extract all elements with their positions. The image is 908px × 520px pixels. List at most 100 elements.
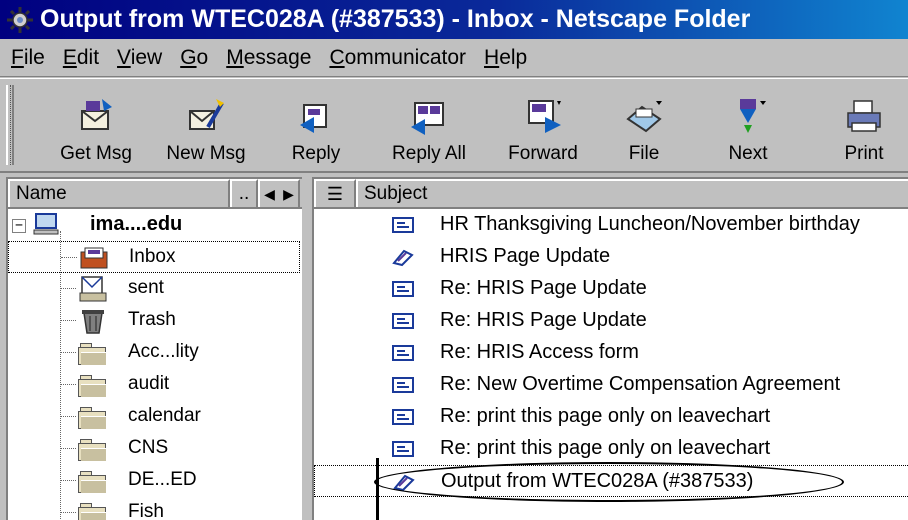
new-message-icon (186, 97, 226, 137)
print-label: Print (844, 143, 884, 164)
message-icon (392, 217, 414, 233)
folder-label: calendar (128, 405, 201, 426)
message-subject: Re: HRIS Page Update (440, 309, 647, 331)
menu-go[interactable]: Go (171, 43, 217, 73)
message-subject: HR Thanksgiving Luncheon/November birthd… (440, 213, 860, 235)
reply-all-icon (409, 97, 449, 137)
file-button[interactable]: File (604, 85, 684, 167)
menu-message[interactable]: Message (217, 43, 320, 73)
column-scroll-buttons: ◀ ▶ (258, 179, 300, 207)
message-subject: Re: print this page only on leavechart (440, 437, 771, 459)
message-row[interactable]: Re: HRIS Page Update (314, 305, 908, 337)
name-column-header[interactable]: Name (8, 179, 230, 207)
pane-splitter[interactable] (302, 177, 312, 520)
folder-label: Trash (128, 309, 176, 330)
left-arrow-icon[interactable]: ◀ (264, 186, 275, 203)
message-row[interactable]: Re: New Overtime Compensation Agreement (314, 369, 908, 401)
menu-file[interactable]: File (2, 43, 54, 73)
window-title: Output from WTEC028A (#387533) - Inbox -… (40, 5, 751, 33)
menu-help[interactable]: Help (475, 43, 536, 73)
forward-label: Forward (508, 143, 578, 164)
tree-branch (60, 320, 76, 321)
folder-sent[interactable]: sent (8, 273, 300, 305)
folder-calendar[interactable]: calendar (8, 401, 300, 433)
message-row[interactable]: HRIS Page Update (314, 241, 908, 273)
collapse-icon[interactable]: − (12, 219, 26, 233)
folder-column-header: Name .. ◀ ▶ (8, 179, 302, 209)
folder-audit[interactable]: audit (8, 369, 300, 401)
tree-branch (60, 416, 76, 417)
folder-icon (78, 471, 108, 493)
next-button[interactable]: Next (712, 85, 784, 167)
computer-icon (32, 212, 60, 236)
toolbar: Get Msg New Msg Reply Reply All Forward … (0, 78, 908, 173)
toolbar-grip[interactable] (6, 85, 14, 165)
message-icon (392, 313, 414, 329)
menu-communicator[interactable]: Communicator (320, 43, 475, 73)
folder-cns[interactable]: CNS (8, 433, 300, 465)
netscape-folder-icon (6, 6, 34, 34)
message-column-header: ☰ Subject (314, 179, 908, 209)
forward-icon (523, 97, 563, 137)
folder-de-ed[interactable]: DE...ED (8, 465, 300, 497)
file-icon (624, 97, 664, 137)
folder-label: audit (128, 373, 170, 394)
message-icon (392, 441, 414, 457)
folder-label: DE...ED (128, 469, 197, 490)
menu-edit[interactable]: Edit (54, 43, 108, 73)
message-icon (392, 377, 414, 393)
subject-column-header[interactable]: Subject (356, 179, 908, 207)
right-arrow-icon[interactable]: ▶ (283, 186, 294, 203)
reply-button[interactable]: Reply (280, 85, 352, 167)
message-row[interactable]: HR Thanksgiving Luncheon/November birthd… (314, 209, 908, 241)
tree-branch (60, 352, 76, 353)
folder-acc-lity[interactable]: Acc...lity (8, 337, 300, 369)
folder-icon (78, 343, 108, 365)
folder-pane: Name .. ◀ ▶ − ima....edu Inbox sent Tras… (6, 177, 302, 520)
folder-inbox[interactable]: Inbox (8, 241, 300, 273)
get-msg-button[interactable]: Get Msg (46, 85, 146, 167)
column-picker[interactable]: .. (230, 179, 258, 207)
folder-icon (78, 407, 108, 429)
menu-bar: File Edit View Go Message Communicator H… (0, 39, 908, 77)
new-msg-button[interactable]: New Msg (156, 85, 256, 167)
column-selector-button[interactable]: ☰ (314, 179, 356, 207)
message-icon (392, 281, 414, 297)
folder-icon (78, 439, 108, 461)
next-label: Next (728, 143, 768, 164)
folder-icon (78, 503, 108, 520)
print-button[interactable]: Print (828, 85, 900, 167)
message-list-pane: ☰ Subject HR Thanksgiving Luncheon/Novem… (312, 177, 908, 520)
message-row[interactable]: Re: HRIS Page Update (314, 273, 908, 305)
tree-branch (60, 448, 76, 449)
sent-icon (78, 275, 108, 303)
get-messages-icon (76, 97, 116, 137)
file-label: File (628, 143, 660, 164)
message-subject: Re: New Overtime Compensation Agreement (440, 373, 841, 395)
list-icon: ☰ (326, 183, 344, 204)
forward-button[interactable]: Forward (488, 85, 598, 167)
folder-icon (78, 375, 108, 397)
title-bar[interactable]: Output from WTEC028A (#387533) - Inbox -… (0, 0, 908, 39)
tree-branch (60, 480, 76, 481)
message-subject: Re: HRIS Page Update (440, 277, 647, 299)
print-icon (844, 97, 884, 137)
message-icon (392, 345, 414, 361)
folder-trash[interactable]: Trash (8, 305, 300, 337)
next-icon (728, 97, 768, 137)
get-msg-label: Get Msg (60, 143, 132, 164)
message-row[interactable]: Re: print this page only on leavechart (314, 401, 908, 433)
reply-all-label: Reply All (392, 143, 466, 164)
tree-branch (60, 512, 76, 513)
menu-view[interactable]: View (108, 43, 171, 73)
folder-label: CNS (128, 437, 169, 458)
reply-all-button[interactable]: Reply All (374, 85, 484, 167)
message-icon (392, 409, 414, 425)
folder-label: Inbox (129, 246, 176, 267)
folder-fish[interactable]: Fish (8, 497, 300, 520)
new-msg-label: New Msg (166, 143, 246, 164)
tree-branch (61, 257, 77, 258)
message-row[interactable]: Re: HRIS Access form (314, 337, 908, 369)
account-name: ima....edu (90, 213, 183, 235)
message-row[interactable]: Re: print this page only on leavechart (314, 433, 908, 465)
